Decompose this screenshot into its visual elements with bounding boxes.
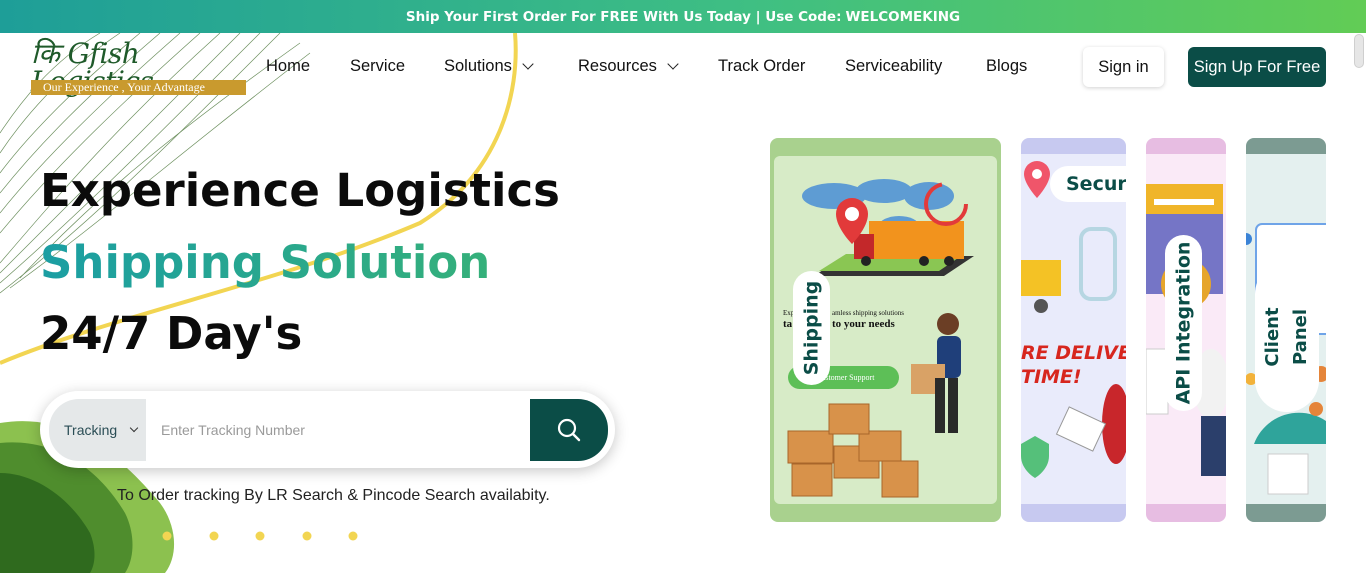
hero-title-line2: Shipping Solution [40, 236, 491, 289]
tracking-number-input[interactable] [146, 399, 530, 461]
card-label: Secure [1050, 166, 1126, 202]
tracking-hint: To Order tracking By LR Search & Pincode… [117, 487, 550, 504]
feature-card-api-integration[interactable]: API Integration [1146, 138, 1226, 522]
nav-item-resources[interactable]: Resources [578, 52, 679, 80]
card-red-text-1: RE DELIVERY [1021, 342, 1126, 364]
sign-in-button[interactable]: Sign in [1083, 47, 1164, 87]
promo-banner: Ship Your First Order For FREE With Us T… [0, 0, 1366, 33]
logo[interactable]: कि Gfish Logistics Our Experience , Your… [31, 40, 247, 96]
card-text-seamless: amless shipping solutions [832, 309, 904, 317]
nav-item-label: Serviceability [845, 56, 943, 75]
card-label: Client Panel [1262, 307, 1311, 367]
card-illustration: RE DELIVERY TIME! [1021, 154, 1126, 504]
nav-item-label: Resources [578, 56, 657, 75]
card-label: API Integration [1172, 241, 1195, 405]
feature-card-secure[interactable]: RE DELIVERY TIME! Secure [1021, 138, 1126, 522]
nav-item-blogs[interactable]: Blogs [986, 52, 1027, 80]
card-text-ta: ta [783, 318, 793, 330]
nav-item-solutions[interactable]: Solutions [444, 52, 534, 80]
nav-item-label: Blogs [986, 56, 1028, 75]
search-button[interactable] [530, 399, 608, 461]
nav-item-serviceability[interactable]: Serviceability [845, 52, 942, 80]
scrollbar[interactable] [1354, 34, 1364, 68]
hero-title-line1: Experience Logistics [40, 164, 560, 217]
promo-code: WELCOMEKING [845, 8, 961, 25]
nav-item-label: Solutions [444, 56, 512, 75]
logo-tagline: Our Experience , Your Advantage [31, 80, 246, 95]
nav-item-track-order[interactable]: Track Order [718, 52, 805, 80]
promo-text: Ship Your First Order For FREE With Us T… [405, 8, 842, 25]
search-icon [557, 418, 581, 442]
card-label: Shipping [800, 280, 823, 376]
card-label-pill: Client Panel [1255, 262, 1319, 412]
nav-item-home[interactable]: Home [266, 52, 310, 80]
card-red-text-2: TIME! [1021, 366, 1082, 388]
card-text-needs: to your needs [832, 318, 895, 330]
card-label-pill: Shipping [793, 271, 830, 385]
nav-item-label: Home [266, 56, 311, 75]
chevron-down-icon [522, 57, 534, 70]
chevron-down-icon [129, 423, 139, 433]
sign-up-button[interactable]: Sign Up For Free [1188, 47, 1326, 87]
hero-title-line3: 24/7 Day's [40, 307, 303, 360]
tracking-search-bar: Tracking [40, 391, 615, 468]
nav-item-label: Service [350, 56, 406, 75]
chevron-down-icon [667, 57, 679, 70]
card-label-pill: API Integration [1165, 235, 1202, 411]
secure-illustration [1021, 161, 1126, 478]
nav-item-service[interactable]: Service [350, 52, 405, 80]
tracking-type-select[interactable]: Tracking [49, 399, 146, 461]
feature-card-shipping[interactable]: Exp amless shipping solutions ta to your… [770, 138, 1001, 522]
nav-item-label: Track Order [718, 56, 806, 75]
feature-card-client-panel[interactable]: Client Panel [1246, 138, 1326, 522]
tracking-type-value: Tracking [64, 422, 118, 438]
